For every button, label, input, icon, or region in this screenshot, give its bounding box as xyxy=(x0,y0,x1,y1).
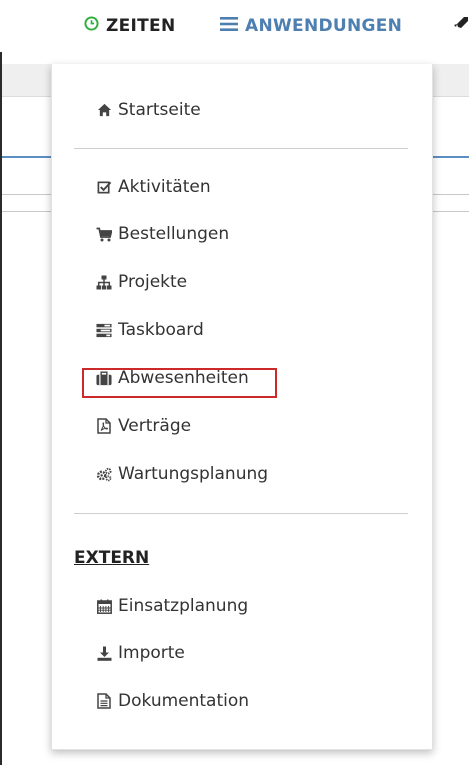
gears-icon xyxy=(96,466,112,482)
menu-item-bestellungen[interactable]: Bestellungen xyxy=(96,221,229,247)
menu-divider xyxy=(74,513,408,514)
nav-anwendungen[interactable]: ANWENDUNGEN xyxy=(220,14,402,38)
nav-anwendungen-label: ANWENDUNGEN xyxy=(245,16,403,36)
menu-item-label: Aktivitäten xyxy=(118,177,211,197)
menu-item-aktivitaeten[interactable]: Aktivitäten xyxy=(96,174,211,200)
window-edge xyxy=(0,0,2,765)
document-icon xyxy=(96,693,112,709)
clock-icon xyxy=(84,16,99,36)
menu-item-label: Einsatzplanung xyxy=(118,596,249,616)
download-icon xyxy=(96,645,112,661)
menu-divider xyxy=(74,148,408,149)
menu-item-vertraege[interactable]: Verträge xyxy=(96,413,191,439)
section-title-extern: EXTERN xyxy=(74,548,150,568)
menu-item-projekte[interactable]: Projekte xyxy=(96,269,187,295)
menu-item-label: Startseite xyxy=(118,100,201,120)
cart-icon xyxy=(96,226,112,242)
menu-item-label: Projekte xyxy=(118,272,188,292)
nav-zeiten-label: ZEITEN xyxy=(106,16,176,36)
applications-dropdown: Startseite Aktivitäten Bestellungen Proj… xyxy=(51,64,433,750)
menu-item-dokumentation[interactable]: Dokumentation xyxy=(96,688,249,714)
menu-item-einsatzplanung[interactable]: Einsatzplanung xyxy=(96,593,248,619)
home-icon xyxy=(96,102,112,118)
menu-item-label: Dokumentation xyxy=(118,691,250,711)
calendar-icon xyxy=(96,598,112,614)
sitemap-icon xyxy=(96,274,112,290)
nav-zeiten[interactable]: ZEITEN xyxy=(84,14,176,38)
top-navigation: ZEITEN ANWENDUNGEN xyxy=(0,0,469,52)
rocket-icon xyxy=(452,15,469,38)
menu-icon xyxy=(220,16,238,36)
menu-item-label: Importe xyxy=(118,643,185,663)
menu-item-taskboard[interactable]: Taskboard xyxy=(96,317,204,343)
menu-item-label: Wartungsplanung xyxy=(118,464,269,484)
menu-item-startseite[interactable]: Startseite xyxy=(96,97,201,123)
nav-next[interactable] xyxy=(452,14,469,38)
menu-item-label: Bestellungen xyxy=(118,224,230,244)
pdf-file-icon xyxy=(96,418,112,434)
menu-item-label: Verträge xyxy=(118,416,192,436)
selection-highlight xyxy=(82,368,277,398)
menu-item-wartungsplanung[interactable]: Wartungsplanung xyxy=(96,461,268,487)
menu-item-label: Taskboard xyxy=(118,320,204,340)
menu-item-importe[interactable]: Importe xyxy=(96,640,185,666)
checkbox-icon xyxy=(96,179,112,195)
tasks-icon xyxy=(96,322,112,338)
